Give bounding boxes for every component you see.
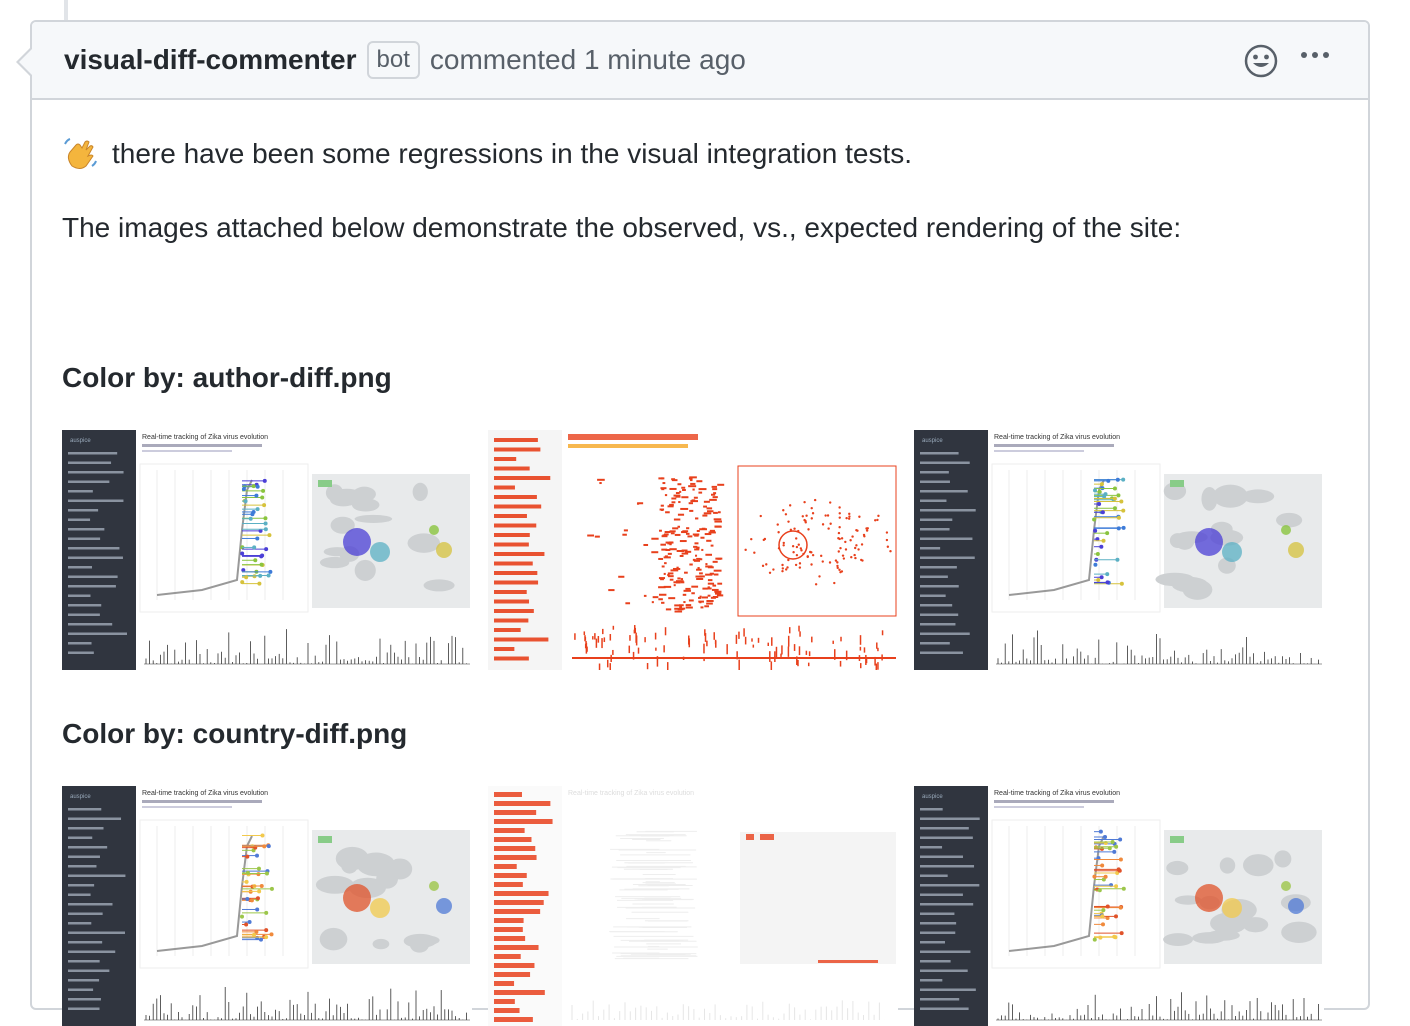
svg-text:Real-time tracking of Zika vir: Real-time tracking of Zika virus evoluti… — [994, 434, 1120, 441]
intro-line: there have been some regressions in the … — [62, 136, 912, 172]
comment-card: visual-diff-commenter bot commented 1 mi… — [16, 20, 1370, 1026]
comment-arrow-inner — [19, 48, 33, 76]
diff-screenshot[interactable] — [488, 430, 898, 670]
comment-timestamp[interactable]: commented 1 minute ago — [430, 44, 746, 76]
svg-text:Real-time tracking of Zika vir: Real-time tracking of Zika virus evoluti… — [142, 434, 268, 441]
waving-hand-icon — [64, 138, 97, 169]
svg-text:auspice: auspice — [922, 438, 943, 444]
expected-screenshot[interactable]: auspice Real-time tracking of Zika virus … — [914, 430, 1324, 670]
diff-screenshot[interactable]: Real-time tracking of Zika virus evoluti… — [488, 786, 898, 1026]
observed-screenshot[interactable]: auspice Real-time tracking of Zika virus … — [62, 786, 472, 1026]
timeline-line — [64, 0, 68, 20]
comment-header: visual-diff-commenter bot commented 1 mi… — [32, 22, 1368, 100]
section-heading-country: Color by: country-diff.png — [62, 718, 408, 749]
svg-text:auspice: auspice — [70, 438, 91, 444]
svg-text:Real-time tracking of Zika vir: Real-time tracking of Zika virus evoluti… — [994, 790, 1120, 797]
description-text: The images attached below demonstrate th… — [62, 212, 1182, 243]
screenshot-row-country: auspice Real-time tracking of Zika virus … — [62, 786, 1340, 1026]
screenshot-row-author: auspice Real-time tracking of Zika virus … — [62, 430, 1340, 670]
intro-text: there have been some regressions in the … — [112, 138, 913, 169]
svg-text:Real-time tracking of Zika vir: Real-time tracking of Zika virus evoluti… — [142, 790, 268, 797]
smiley-icon[interactable] — [1244, 44, 1278, 78]
observed-screenshot[interactable]: auspice Real-time tracking of Zika virus … — [62, 430, 472, 670]
bot-badge: bot — [366, 41, 420, 79]
svg-text:auspice: auspice — [922, 794, 943, 800]
comment-author-link[interactable]: visual-diff-commenter — [64, 44, 357, 76]
kebab-icon[interactable] — [1300, 50, 1330, 60]
svg-text:Real-time tracking of Zika vir: Real-time tracking of Zika virus evoluti… — [568, 790, 694, 797]
svg-text:auspice: auspice — [70, 794, 91, 800]
expected-screenshot[interactable]: auspice Real-time tracking of Zika virus … — [914, 786, 1324, 1026]
section-heading-author: Color by: author-diff.png — [62, 362, 392, 393]
